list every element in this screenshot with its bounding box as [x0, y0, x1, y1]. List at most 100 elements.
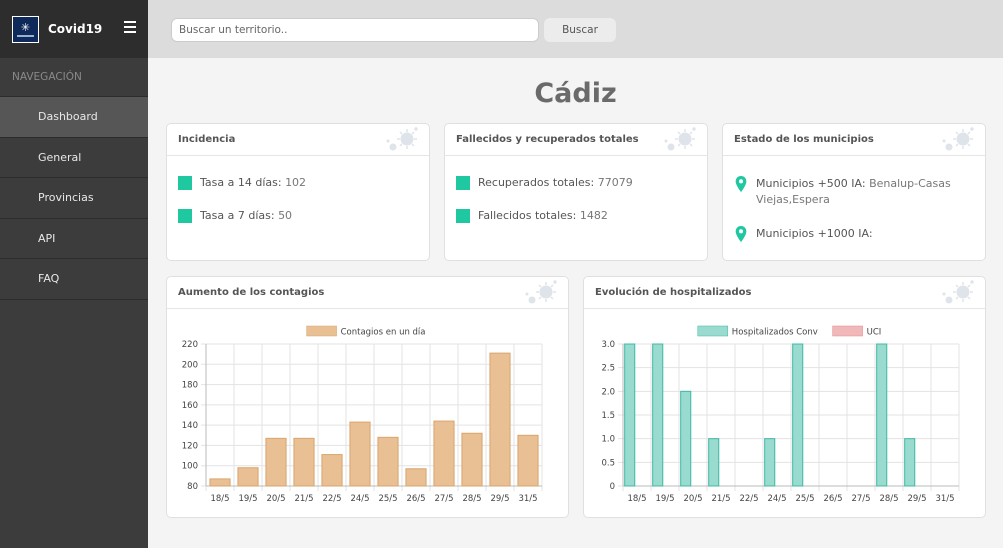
- sidebar-item-faq[interactable]: FAQ: [0, 259, 148, 300]
- brand-name: Covid19: [48, 22, 103, 36]
- x-tick-label: 24/5: [350, 494, 369, 504]
- m500-label: Municipios +500 IA:: [756, 177, 866, 190]
- legend-swatch: [697, 325, 729, 337]
- x-tick-label: 26/5: [823, 494, 842, 504]
- y-tick-label: 160: [182, 401, 198, 411]
- x-tick-label: 28/5: [462, 494, 481, 504]
- bar: [293, 437, 315, 487]
- deaths-label: Fallecidos totales:: [478, 209, 577, 222]
- x-tick-label: 20/5: [266, 494, 285, 504]
- hospitalizados-bar-chart: Hospitalizados Conv UCI 0 0.5 1.0 1.5 2.0 2.5 3.…: [601, 325, 960, 504]
- municipios-card: Estado de los municipios Municipios +500…: [722, 123, 986, 261]
- m1000-row: Municipios +1000 IA:: [734, 226, 986, 242]
- rate14-value: 102: [285, 176, 307, 189]
- recovered-label: Recuperados totales:: [478, 176, 595, 189]
- rate7-label: Tasa a 7 días:: [200, 209, 275, 222]
- bar: [624, 343, 636, 487]
- x-tick-label: 27/5: [434, 494, 453, 504]
- rate14-row: Tasa a 14 días: 102: [178, 176, 306, 190]
- bar: [517, 434, 539, 487]
- y-tick-label: 220: [182, 340, 198, 350]
- junta-logo: ✳: [12, 15, 39, 43]
- x-tick-label: 31/5: [935, 494, 954, 504]
- fallecidos-card: Fallecidos y recuperados totales Recuper…: [444, 123, 708, 261]
- bar: [321, 454, 343, 487]
- x-tick-label: 29/5: [490, 494, 509, 504]
- x-tick-label: 18/5: [210, 494, 229, 504]
- bar: [652, 343, 664, 487]
- legend-label: Hospitalizados Conv: [732, 328, 818, 338]
- y-tick-label: 100: [182, 462, 198, 472]
- nav-header: NAVEGACIÓN: [0, 58, 148, 97]
- square-icon: [456, 176, 470, 190]
- bar: [489, 352, 511, 487]
- m500-row: Municipios +500 IA: Benalup-Casas Viejas…: [734, 176, 986, 208]
- bar: [209, 478, 231, 487]
- x-tick-label: 19/5: [238, 494, 257, 504]
- bar: [433, 420, 455, 487]
- card-title: Aumento de los contagios: [167, 277, 568, 309]
- map-pin-icon: [735, 226, 747, 242]
- bar: [708, 438, 720, 487]
- bar: [764, 438, 776, 487]
- y-tick-label: 180: [182, 381, 198, 391]
- bar: [405, 468, 427, 487]
- rate14-label: Tasa a 14 días:: [200, 176, 282, 189]
- y-tick-label: 2.5: [601, 364, 615, 374]
- square-icon: [178, 209, 192, 223]
- x-tick-label: 25/5: [378, 494, 397, 504]
- bar: [461, 432, 483, 487]
- y-tick-label: 1.0: [601, 435, 615, 445]
- y-tick-label: 0.5: [601, 458, 615, 468]
- virus-icon: [663, 127, 699, 153]
- square-icon: [456, 209, 470, 223]
- topbar: Buscar: [148, 0, 1003, 58]
- legend-label: UCI: [867, 328, 882, 338]
- x-tick-label: 21/5: [294, 494, 313, 504]
- bar: [680, 390, 692, 487]
- y-tick-label: 1.5: [601, 411, 615, 421]
- contagios-chart-card: Aumento de los contagios Contagios en un…: [166, 276, 569, 518]
- virus-icon: [941, 127, 977, 153]
- x-tick-label: 27/5: [851, 494, 870, 504]
- x-tick-label: 21/5: [711, 494, 730, 504]
- hospitalizados-chart-card: Evolución de hospitalizados Hospitalizad…: [583, 276, 986, 518]
- x-tick-label: 25/5: [795, 494, 814, 504]
- x-tick-label: 28/5: [879, 494, 898, 504]
- m1000-label: Municipios +1000 IA:: [756, 227, 873, 240]
- menu-toggle-icon[interactable]: [124, 21, 136, 36]
- card-title: Evolución de hospitalizados: [584, 277, 985, 309]
- virus-icon: [385, 127, 421, 153]
- sidebar-item-provincias[interactable]: Provincias: [0, 178, 148, 219]
- deaths-row: Fallecidos totales: 1482: [456, 209, 608, 223]
- deaths-value: 1482: [579, 209, 608, 222]
- sidebar: ✳ Covid19 NAVEGACIÓN Dashboard General P…: [0, 0, 148, 548]
- bar: [876, 343, 888, 487]
- brand: ✳ Covid19: [0, 0, 148, 58]
- bar: [904, 438, 916, 487]
- x-tick-label: 22/5: [322, 494, 341, 504]
- x-tick-label: 26/5: [406, 494, 425, 504]
- sidebar-item-general[interactable]: General: [0, 138, 148, 178]
- square-icon: [178, 176, 192, 190]
- search-button[interactable]: Buscar: [544, 18, 616, 42]
- bar: [265, 437, 287, 487]
- y-tick-label: 80: [187, 482, 198, 492]
- virus-icon: [941, 280, 977, 306]
- sidebar-item-dashboard[interactable]: Dashboard: [0, 97, 148, 138]
- virus-icon: [524, 280, 560, 306]
- x-tick-label: 31/5: [518, 494, 537, 504]
- contagios-bar-chart: Contagios en un día 80 100 120 140 160 180 200 2…: [182, 325, 543, 504]
- incidencia-card: Incidencia Tasa a 14 días: 102 Tasa a 7 …: [166, 123, 430, 261]
- recovered-row: Recuperados totales: 77079: [456, 176, 633, 190]
- sidebar-item-api[interactable]: API: [0, 219, 148, 259]
- recovered-value: 77079: [597, 176, 633, 189]
- x-tick-label: 24/5: [767, 494, 786, 504]
- legend-label: Contagios en un día: [341, 328, 426, 338]
- legend-swatch: [832, 325, 863, 337]
- legend-swatch: [306, 325, 337, 337]
- y-tick-label: 120: [182, 441, 198, 451]
- y-tick-label: 200: [182, 360, 198, 370]
- search-input[interactable]: [171, 18, 539, 42]
- x-tick-label: 22/5: [739, 494, 758, 504]
